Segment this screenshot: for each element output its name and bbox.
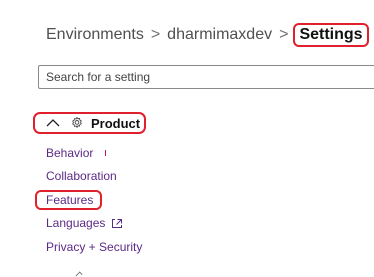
nav-item-label: Behavior	[46, 146, 94, 160]
external-link-icon	[112, 218, 123, 228]
breadcrumb-separator: >	[150, 26, 161, 43]
notification-indicator	[105, 150, 107, 156]
nav-item-collaboration[interactable]: Collaboration	[46, 169, 117, 183]
nav-item-label: Features	[46, 193, 94, 207]
gear-icon	[72, 117, 82, 128]
breadcrumb-current-page: Settings	[293, 23, 369, 47]
next-section-chevron-icon	[75, 271, 83, 277]
nav-item-languages[interactable]: Languages	[46, 216, 123, 230]
breadcrumb: Environments > dharmimaxdev > Settings	[46, 23, 369, 47]
chevron-up-icon	[46, 119, 60, 127]
nav-item-label: Privacy + Security	[46, 240, 143, 254]
section-toggle-product[interactable]: Product	[33, 112, 146, 134]
section-title: Product	[91, 115, 141, 131]
nav-item-privacy-security[interactable]: Privacy + Security	[46, 240, 142, 254]
breadcrumb-environment-name[interactable]: dharmimaxdev	[167, 26, 272, 44]
nav-item-behavior[interactable]: Behavior	[46, 146, 107, 160]
search-input[interactable]	[46, 70, 374, 84]
settings-page: Environments > dharmimaxdev > Settings P…	[0, 0, 374, 277]
nav-item-label: Collaboration	[46, 169, 117, 183]
nav-item-label: Languages	[46, 216, 106, 230]
breadcrumb-environments[interactable]: Environments	[46, 26, 144, 44]
nav-item-features[interactable]: Features	[35, 190, 103, 210]
search-box	[38, 65, 374, 89]
breadcrumb-separator: >	[279, 26, 289, 43]
